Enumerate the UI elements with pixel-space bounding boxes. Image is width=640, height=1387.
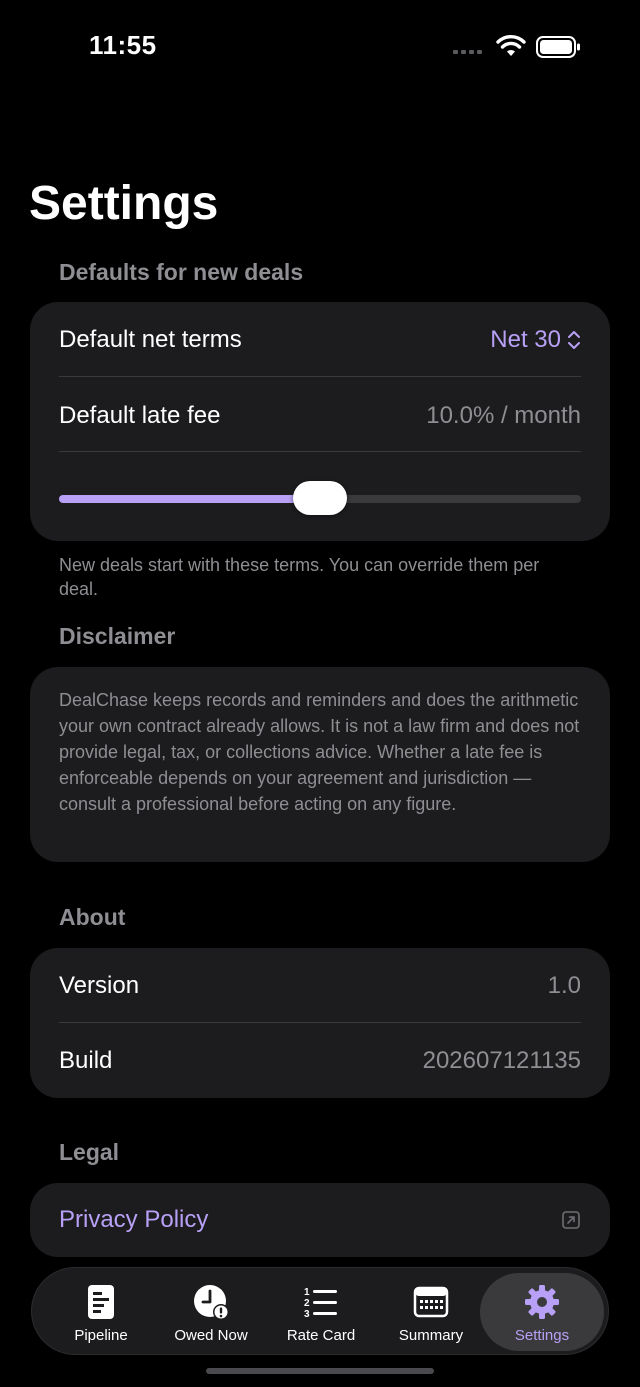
tab-label: Summary [398,1327,464,1344]
svg-text:2: 2 [304,1298,310,1309]
document-icon [88,1285,114,1319]
tab-label: Owed Now [174,1327,248,1344]
disclaimer-text: DealChase keeps records and reminders an… [59,690,580,814]
late-fee-value: 10.0% / month [426,402,581,429]
disclaimer-card: DealChase keeps records and reminders an… [30,667,610,862]
tab-pipeline[interactable]: Pipeline [46,1268,156,1356]
build-label: Build [59,1047,113,1074]
tab-label: Settings [514,1327,570,1344]
late-fee-label: Default late fee [59,402,221,429]
defaults-section-header: Defaults for new deals [59,259,304,285]
privacy-policy-label: Privacy Policy [59,1206,209,1233]
tab-settings[interactable]: Settings [480,1273,604,1351]
clock-alert-icon [194,1285,229,1320]
battery-icon [536,36,580,58]
status-time: 11:55 [89,30,157,60]
svg-text:1: 1 [304,1287,310,1298]
build-row: Build 202607121135 [59,1043,581,1079]
svg-text:3: 3 [304,1309,310,1320]
tab-label: Rate Card [286,1327,356,1344]
version-row: Version 1.0 [59,968,581,1004]
gear-icon [525,1285,559,1319]
about-section-header: About [59,904,126,930]
tab-bar: Pipeline Owed Now 1 2 3 Rate Card Summar… [31,1267,609,1355]
build-value: 202607121135 [422,1047,581,1074]
version-value: 1.0 [547,972,581,999]
about-card: Version 1.0 Build 202607121135 [30,948,610,1098]
page-title: Settings [29,177,219,230]
status-bar: 11:55 [0,0,640,95]
tab-owed-now[interactable]: Owed Now [156,1268,266,1356]
tab-rate-card[interactable]: 1 2 3 Rate Card [266,1268,376,1356]
numbered-list-icon: 1 2 3 [304,1287,337,1320]
defaults-footnote: New deals start with these terms. You ca… [59,555,540,599]
net-terms-value: Net 30 [490,326,561,353]
tab-label: Pipeline [74,1327,128,1344]
divider [59,376,581,377]
disclaimer-section-header: Disclaimer [59,623,176,649]
legal-card: Privacy Policy [30,1183,610,1257]
chevron-up-down-icon [568,331,580,349]
legal-section-header: Legal [59,1139,120,1165]
defaults-card: Default net terms Net 30 Default late fe… [30,302,610,541]
external-link-icon [562,1211,580,1229]
divider [59,1022,581,1023]
calendar-icon [413,1286,449,1318]
net-terms-picker[interactable]: Net 30 [490,326,581,354]
privacy-policy-link[interactable]: Privacy Policy [59,1202,581,1238]
late-fee-row: Default late fee 10.0% / month [59,398,581,434]
net-terms-row[interactable]: Default net terms Net 30 [59,322,581,358]
slider-fill [59,495,320,503]
version-label: Version [59,972,140,999]
tab-summary[interactable]: Summary [376,1268,486,1356]
divider [59,451,581,452]
wifi-icon [496,35,526,56]
home-indicator [206,1368,434,1374]
late-fee-slider[interactable] [59,481,581,515]
cellular-signal-icon [453,50,482,54]
slider-thumb[interactable] [293,481,347,515]
net-terms-label: Default net terms [59,326,242,353]
